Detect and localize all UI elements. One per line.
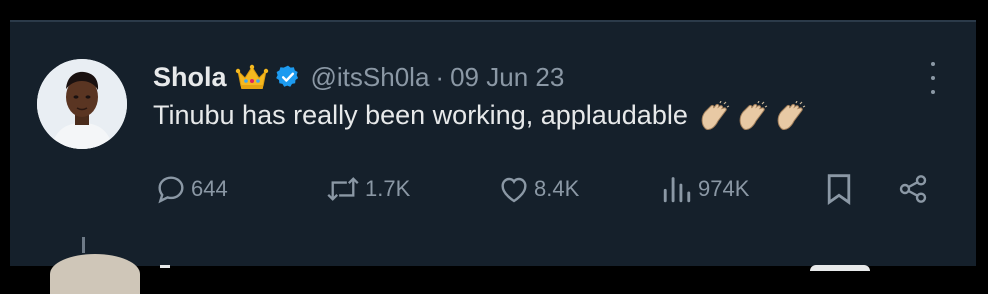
crown-icon [235, 63, 269, 91]
clapping-hands-icon [739, 100, 768, 130]
avatar-image [37, 59, 127, 149]
like-button[interactable]: 8.4K [498, 169, 579, 209]
like-heart-icon [501, 177, 527, 203]
tweet-text: Tinubu has really been working, applauda… [153, 100, 808, 131]
views-button[interactable]: 974K [660, 169, 749, 209]
author-handle[interactable]: @itsSh0la [311, 62, 430, 93]
next-reply-avatar[interactable] [50, 254, 140, 294]
repost-count: 1.7K [365, 176, 411, 201]
tweet-panel: Shola @itsSh0la · 09 Jun 23 Tinubu has r… [10, 20, 976, 294]
reply-icon [158, 176, 184, 204]
views-count: 974K [698, 176, 750, 201]
author-name[interactable]: Shola [153, 62, 227, 93]
reply-button[interactable]: 644 [155, 169, 228, 209]
repost-icon [327, 177, 359, 201]
separator-dot: · [435, 61, 445, 92]
more-dot [931, 76, 935, 80]
tweet-text-content: Tinubu has really been working, applauda… [153, 100, 688, 130]
more-dot [931, 62, 935, 66]
clap-emojis [698, 100, 808, 131]
verified-badge-icon[interactable] [275, 64, 301, 90]
clapping-hands-icon [701, 100, 730, 130]
repost-button[interactable]: 1.7K [325, 169, 410, 209]
bookmark-icon [827, 174, 851, 206]
clapping-hands-icon [777, 100, 806, 130]
share-icon [899, 175, 927, 203]
post-date[interactable]: 09 Jun 23 [450, 62, 564, 93]
more-dot [931, 90, 935, 94]
author-avatar[interactable] [37, 59, 127, 149]
more-options-icon[interactable] [925, 62, 941, 94]
screenshot-frame: Shola @itsSh0la · 09 Jun 23 Tinubu has r… [0, 0, 988, 294]
bookmark-button[interactable] [825, 169, 853, 209]
views-chart-icon [663, 177, 691, 203]
tweet-header: Shola @itsSh0la · 09 Jun 23 [153, 59, 564, 95]
reply-count: 644 [191, 176, 228, 201]
like-count: 8.4K [534, 176, 580, 201]
thread-connector-line [82, 237, 85, 253]
share-button[interactable] [897, 169, 929, 209]
next-reply-name-fragment [160, 265, 170, 268]
